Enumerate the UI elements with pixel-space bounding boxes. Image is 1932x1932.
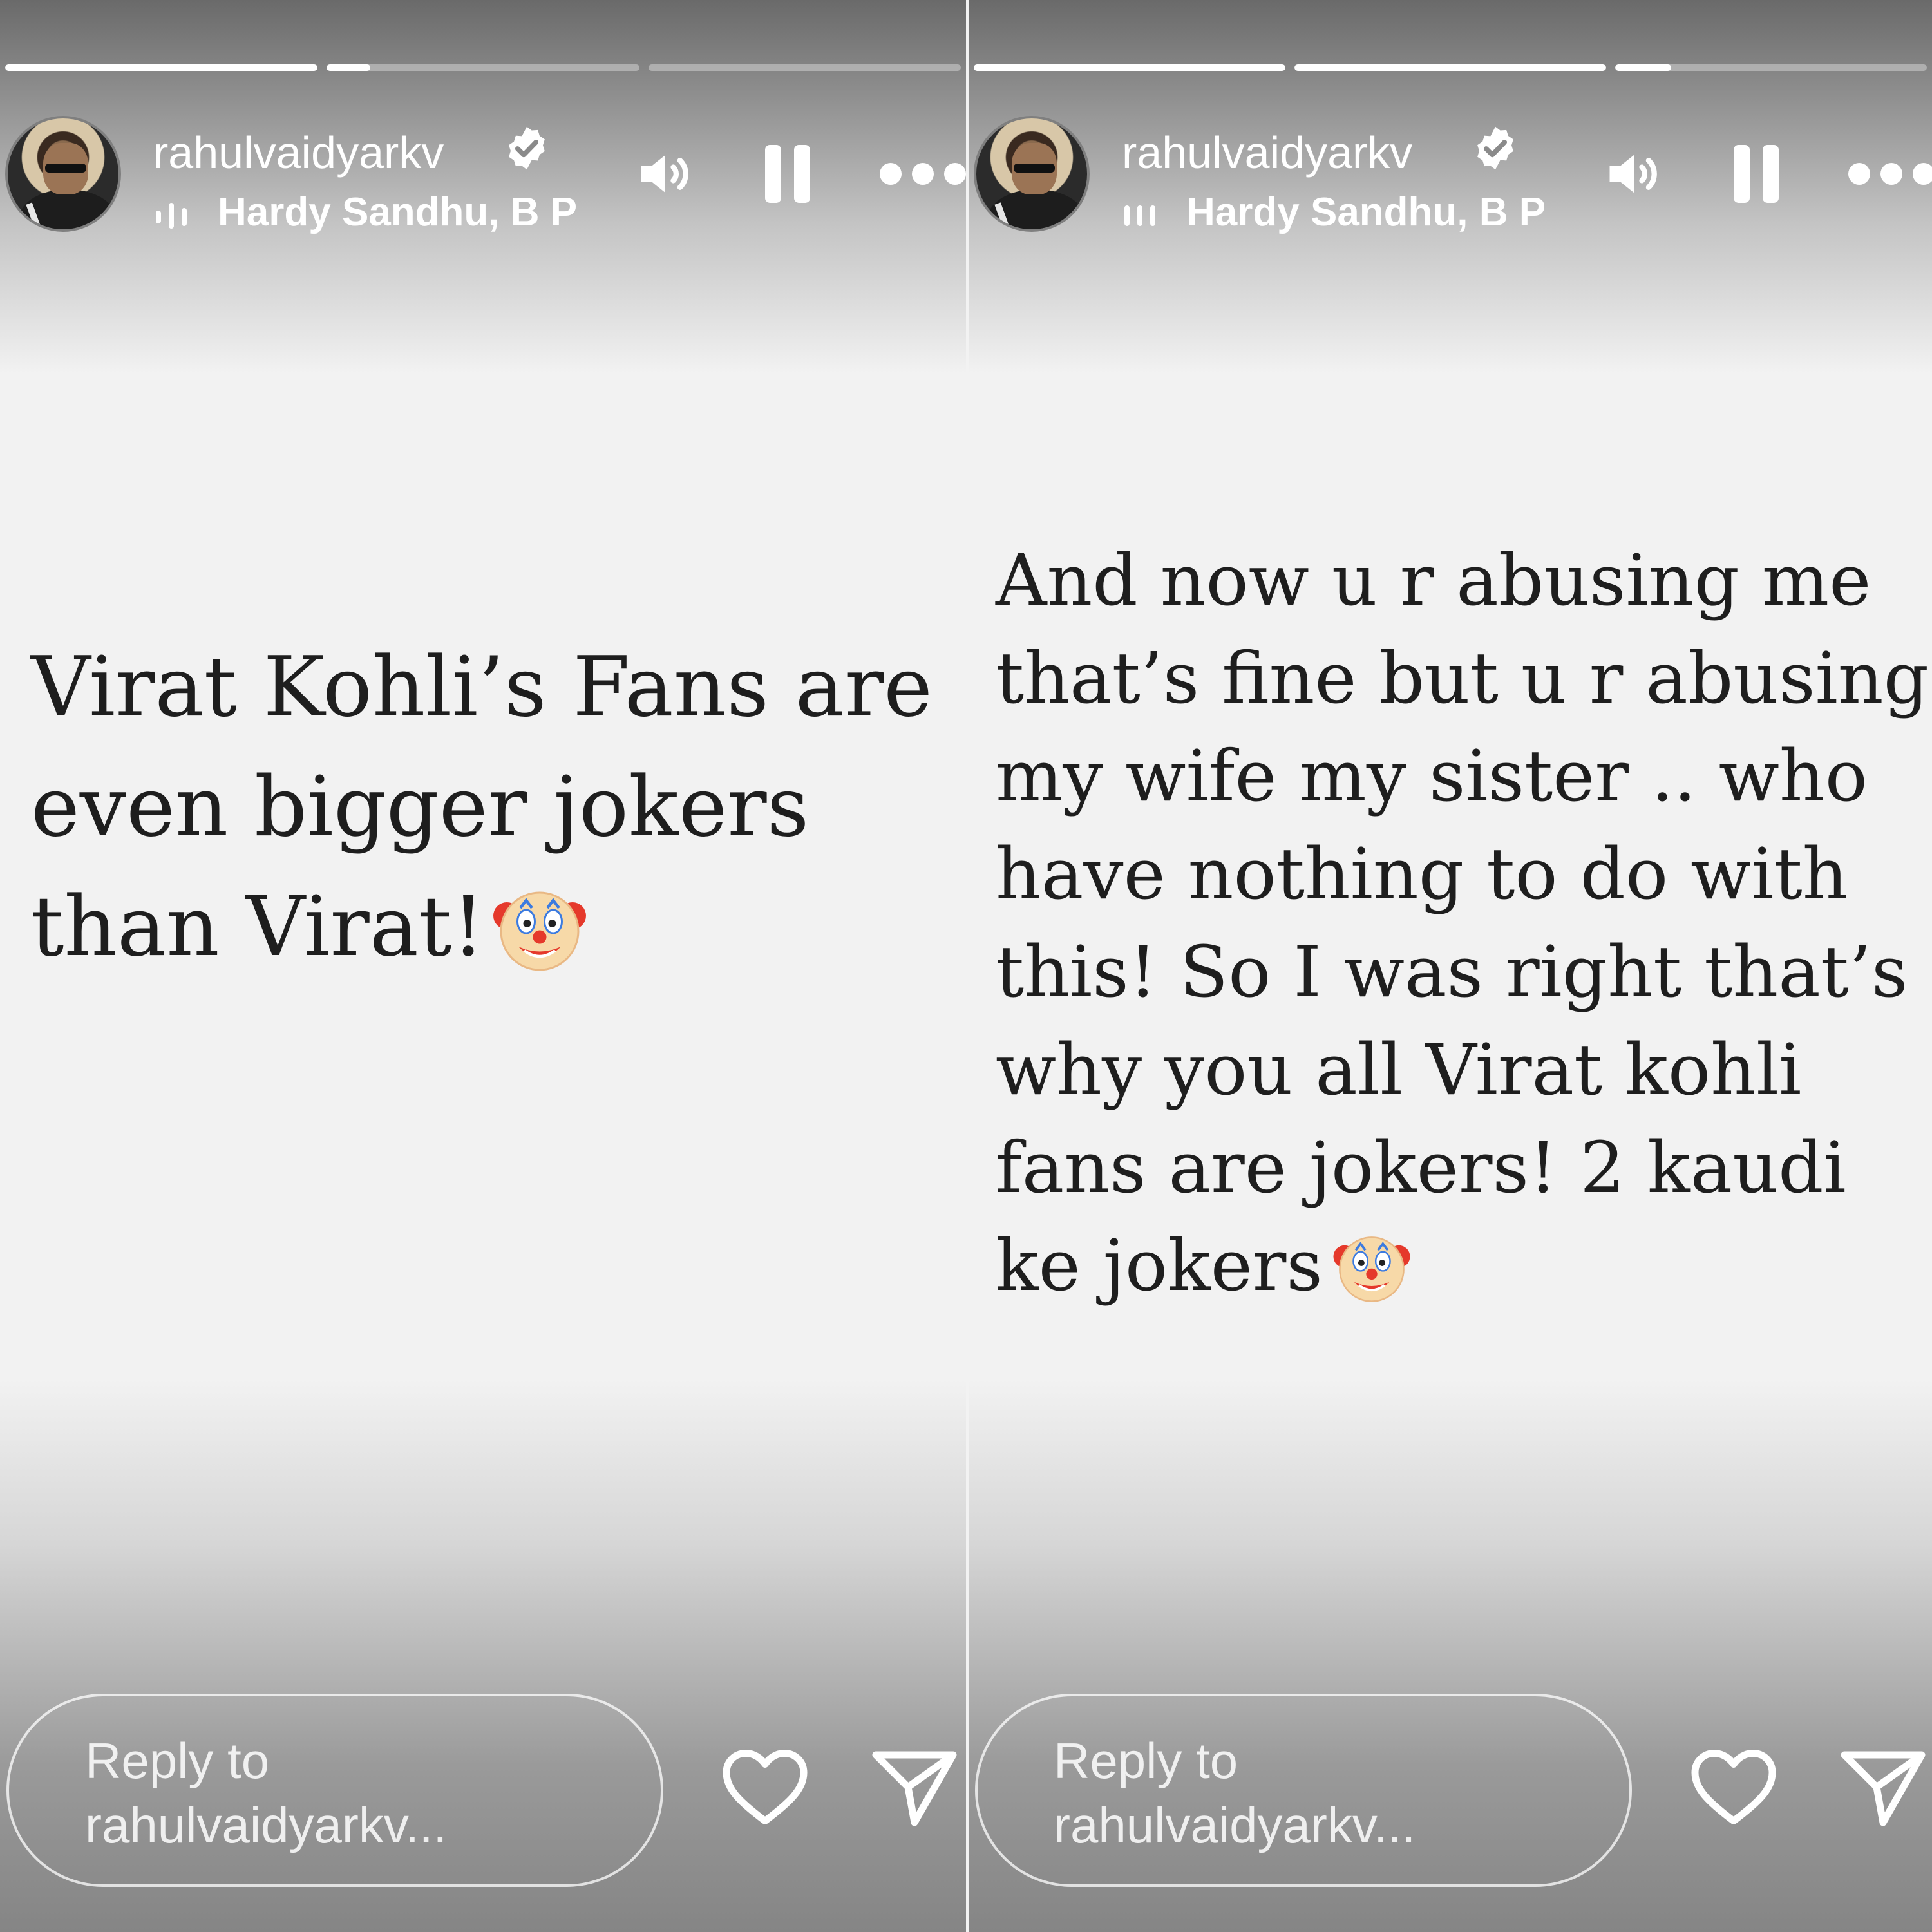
send-icon[interactable] [869,1745,960,1829]
progress-segment [5,64,318,71]
more-dots-icon[interactable] [1846,142,1932,206]
verified-badge-icon [509,126,545,170]
story-header: rahulvaidyarkv Hardy Sandhu, B P [5,116,966,238]
progress-segment [648,64,961,71]
send-icon[interactable] [1838,1745,1928,1829]
avatar[interactable] [974,116,1090,232]
clown-face-emoji [493,891,586,971]
clown-face-emoji [1333,1236,1410,1302]
reply-placeholder-line: Reply to [85,1732,270,1789]
story-header: rahulvaidyarkv Hardy Sandhu, B P [974,116,1932,238]
speaker-icon[interactable] [1602,142,1666,206]
progress-segment [327,64,639,71]
audio-bars-icon [1124,205,1155,226]
avatar[interactable] [5,116,121,232]
progress-segment [1615,64,1927,71]
speaker-icon[interactable] [633,142,697,206]
username[interactable]: rahulvaidyarkv [1122,124,1412,182]
music-text: Hardy Sandhu, B P [218,190,578,234]
story-comparison: rahulvaidyarkv Hardy Sandhu, B P Virat K… [0,0,1932,1932]
more-dots-icon[interactable] [878,142,966,206]
reply-placeholder-line: Reply to [1054,1732,1238,1789]
reply-input[interactable]: Reply to rahulvaidyarkv... [975,1694,1632,1887]
reply-input[interactable]: Reply to rahulvaidyarkv... [6,1694,663,1887]
story-panel-left[interactable]: rahulvaidyarkv Hardy Sandhu, B P Virat K… [0,0,966,1932]
progress-segment [1294,64,1606,71]
music-attribution[interactable]: Hardy Sandhu, B P [1122,187,1547,238]
story-text: Virat Kohli’s Fans are even bigger joker… [31,639,933,975]
pause-icon[interactable] [762,142,813,206]
story-progress [5,64,961,71]
story-text-block: And now u r abusing me that’s fine but u… [996,531,1929,1314]
heart-icon[interactable] [720,1745,810,1829]
reply-placeholder: Reply to rahulvaidyarkv... [1054,1728,1582,1857]
pause-icon[interactable] [1730,142,1782,206]
heart-icon[interactable] [1689,1745,1779,1829]
music-text: Hardy Sandhu, B P [1186,190,1546,234]
reply-placeholder-line: rahulvaidyarkv... [1054,1797,1416,1853]
story-progress [974,64,1927,71]
audio-bars-icon [156,203,187,229]
story-text-block: Virat Kohli’s Fans are even bigger joker… [31,628,958,987]
verified-badge-icon [1477,126,1513,170]
story-panel-right[interactable]: rahulvaidyarkv Hardy Sandhu, B P And now… [969,0,1932,1932]
reply-placeholder-line: rahulvaidyarkv... [85,1797,448,1853]
progress-segment [974,64,1285,71]
username[interactable]: rahulvaidyarkv [153,124,444,182]
story-text: And now u r abusing me that’s fine but u… [996,539,1929,1307]
reply-placeholder: Reply to rahulvaidyarkv... [85,1728,613,1857]
music-attribution[interactable]: Hardy Sandhu, B P [153,187,578,238]
